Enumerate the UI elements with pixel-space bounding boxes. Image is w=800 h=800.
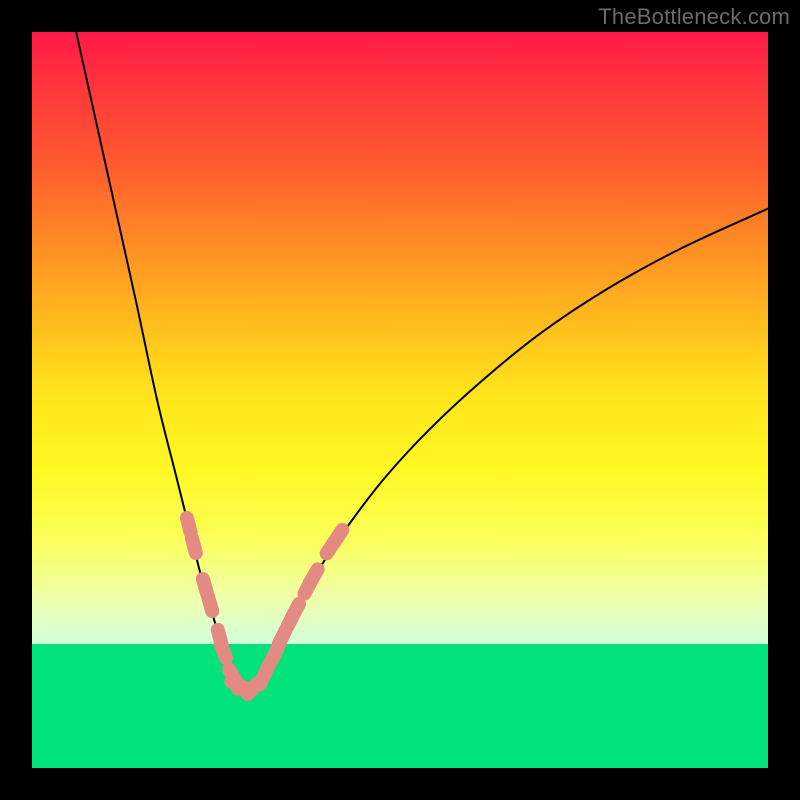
marker-point — [208, 597, 212, 611]
curve-layer — [76, 32, 768, 689]
chart-svg — [32, 32, 768, 768]
plot-area — [32, 32, 768, 768]
marker-point — [192, 538, 196, 552]
marker-point — [334, 530, 342, 542]
marker-point — [292, 604, 299, 617]
outer-frame: TheBottleneck.com — [0, 0, 800, 800]
marker-point — [266, 658, 273, 671]
marker-layer — [187, 518, 342, 694]
marker-point — [310, 569, 318, 582]
watermark-text: TheBottleneck.com — [598, 4, 790, 30]
series-left-curve — [76, 32, 238, 689]
series-right-curve — [253, 209, 768, 689]
marker-point — [187, 518, 191, 533]
marker-point — [221, 644, 226, 658]
